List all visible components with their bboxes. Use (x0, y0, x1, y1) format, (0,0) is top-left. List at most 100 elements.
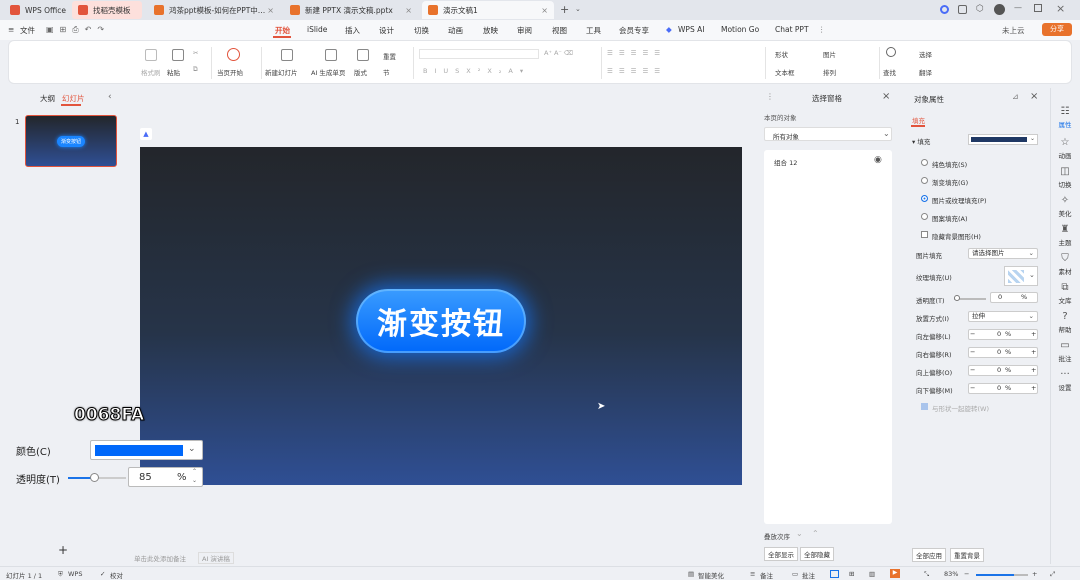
minimize-icon[interactable]: — (1014, 3, 1022, 12)
close-panel-icon[interactable]: × (1030, 91, 1038, 102)
slide-thumbnail[interactable]: 渐变按钮 (25, 115, 117, 167)
cube-icon[interactable]: ⬡ (976, 4, 984, 14)
show-all-button[interactable]: 全部显示 (764, 547, 798, 561)
menu-wps-ai[interactable]: WPS AI (678, 25, 704, 34)
reading-view-icon[interactable]: ▥ (869, 570, 875, 578)
find-icon[interactable] (886, 47, 896, 57)
solid-fill-radio[interactable] (921, 159, 928, 166)
text-format-icons[interactable]: BIUSX²X₂A▾ (423, 67, 530, 75)
spinner-down-icon[interactable]: ⌄ (192, 477, 197, 484)
transparency-input[interactable]: 0% (990, 292, 1038, 303)
menu-transition[interactable]: 切换 (414, 25, 429, 36)
format-painter-button[interactable]: 格式刷 (141, 67, 161, 77)
ai-float-icon[interactable]: ▲ (140, 128, 152, 140)
cloud-status[interactable]: 未上云 (1002, 25, 1025, 36)
transparency-slider[interactable] (954, 295, 986, 301)
menu-animation[interactable]: 动画 (448, 25, 463, 36)
layout-button[interactable]: 版式 (354, 67, 367, 77)
tab-slides[interactable]: 幻灯片 (62, 93, 85, 104)
comments-button[interactable]: 批注 (802, 570, 815, 580)
ai-assistant-icon[interactable] (940, 5, 949, 14)
picture-fill-select[interactable]: 请选择图片 ⌄ (968, 248, 1038, 259)
move-up-icon[interactable]: ⌃ (812, 529, 819, 538)
tab-menu-chevron-icon[interactable]: ⌄ (575, 5, 581, 13)
menu-insert[interactable]: 插入 (345, 25, 360, 36)
sidebar-settings[interactable]: ··· 设置 (1052, 369, 1078, 392)
zoom-in-icon[interactable]: + (1032, 570, 1037, 578)
eye-icon[interactable]: ◉ (874, 155, 882, 165)
font-size-icons[interactable]: A⁺ A⁻ ⌫ (544, 49, 573, 57)
hide-bg-label[interactable]: 隐藏背景图形(H) (932, 231, 981, 241)
proofing-button[interactable]: 校对 (110, 570, 123, 580)
maximize-icon[interactable] (1034, 4, 1042, 12)
transparency-slider-thumb[interactable] (90, 473, 100, 482)
paste-icon[interactable] (172, 49, 184, 61)
add-slide-button[interactable]: + (58, 543, 68, 557)
window-icon[interactable] (958, 5, 967, 14)
move-down-icon[interactable]: ⌄ (796, 529, 803, 538)
chevron-down-icon[interactable]: ⌄ (1029, 271, 1035, 279)
collapse-panel-icon[interactable]: ‹ (108, 92, 112, 102)
close-pane-icon[interactable]: × (882, 91, 890, 102)
sidebar-assets[interactable]: ⛉ 素材 (1052, 253, 1078, 276)
new-slide-icon[interactable] (281, 49, 293, 61)
fit-icon[interactable]: ⤡ (924, 570, 929, 579)
tab-presentation-1[interactable]: 演示文稿1 × (422, 1, 554, 19)
menu-islide[interactable]: iSlide (307, 25, 327, 34)
offset-bottom-input[interactable]: −0% + (968, 383, 1038, 394)
gradient-fill-label[interactable]: 渐变填充(G) (932, 177, 968, 187)
smart-beautify-button[interactable]: 智能美化 (698, 570, 724, 580)
gradient-fill-radio[interactable] (921, 177, 928, 184)
zoom-slider[interactable] (976, 574, 1028, 576)
picture-button[interactable]: 图片 (823, 49, 836, 59)
overlay-transparency-input[interactable]: 85 % ⌃ ⌄ (128, 467, 203, 487)
arrange-button[interactable]: 排列 (823, 67, 836, 77)
close-tab-icon[interactable]: × (267, 6, 274, 15)
font-name-select[interactable] (419, 49, 539, 59)
menu-design[interactable]: 设计 (379, 25, 394, 36)
list-item[interactable]: 组合 12 ◉ (764, 154, 892, 168)
find-button[interactable]: 查找 (883, 67, 896, 77)
new-slide-button[interactable]: 新建幻灯片 (265, 67, 298, 77)
chevron-down-icon[interactable]: ⌄ (1030, 135, 1035, 142)
placement-select[interactable]: 拉伸 ⌄ (968, 311, 1038, 322)
fill-color-picker[interactable]: ⌄ (968, 134, 1038, 145)
pattern-fill-label[interactable]: 图案填充(A) (932, 213, 968, 223)
pattern-fill-radio[interactable] (921, 213, 928, 220)
close-tab-icon[interactable]: × (541, 6, 548, 15)
chevron-down-icon[interactable]: ⌄ (188, 444, 196, 454)
sidebar-animation[interactable]: ☆ 动画 (1052, 137, 1078, 160)
tab-fill[interactable]: 填充 (912, 115, 925, 125)
transparency-slider-thumb[interactable] (954, 295, 960, 301)
picture-fill-label[interactable]: 图片或纹理填充(P) (932, 195, 987, 205)
slideshow-play-icon[interactable]: ▶ (890, 569, 900, 578)
textbox-button[interactable]: 文本框 (775, 67, 795, 77)
align-icons[interactable]: ☰☰☰☰☰ (607, 67, 666, 75)
transparency-slider-track[interactable] (68, 473, 126, 482)
more-menu-icon[interactable]: ⋮ (818, 25, 826, 34)
layout-icon[interactable] (357, 49, 369, 61)
menu-chat-ppt[interactable]: Chat PPT (775, 25, 809, 34)
menu-view[interactable]: 视图 (552, 25, 567, 36)
pin-icon[interactable]: ⊿ (1012, 92, 1019, 101)
normal-view-icon[interactable] (830, 570, 839, 578)
menu-review[interactable]: 审阅 (517, 25, 532, 36)
sidebar-transition[interactable]: ◫ 切换 (1052, 166, 1078, 189)
notes-placeholder[interactable]: 单击此处添加备注 (134, 553, 186, 563)
wps-status[interactable]: WPS (68, 570, 82, 578)
section-button[interactable]: 节 (383, 67, 390, 77)
sidebar-beautify[interactable]: ✧ 美化 (1052, 195, 1078, 218)
sorter-view-icon[interactable]: ⊞ (849, 570, 854, 578)
format-painter-icon[interactable] (145, 49, 157, 61)
notes-button[interactable]: 备注 (760, 570, 773, 580)
avatar[interactable] (994, 4, 1005, 15)
sidebar-properties[interactable]: ☷ 属性 (1052, 106, 1078, 129)
slide-canvas[interactable]: 渐变按钮 (140, 147, 742, 485)
fit-window-icon[interactable]: ⤢ (1050, 570, 1055, 579)
sidebar-comments[interactable]: ▭ 批注 (1052, 340, 1078, 363)
gradient-button[interactable]: 渐变按钮 (356, 289, 526, 353)
offset-left-input[interactable]: −0% + (968, 329, 1038, 340)
fill-section-header[interactable]: 填充 (917, 138, 930, 146)
overlay-color-picker[interactable]: ⌄ (90, 440, 203, 460)
tab-outline[interactable]: 大纲 (40, 93, 55, 104)
